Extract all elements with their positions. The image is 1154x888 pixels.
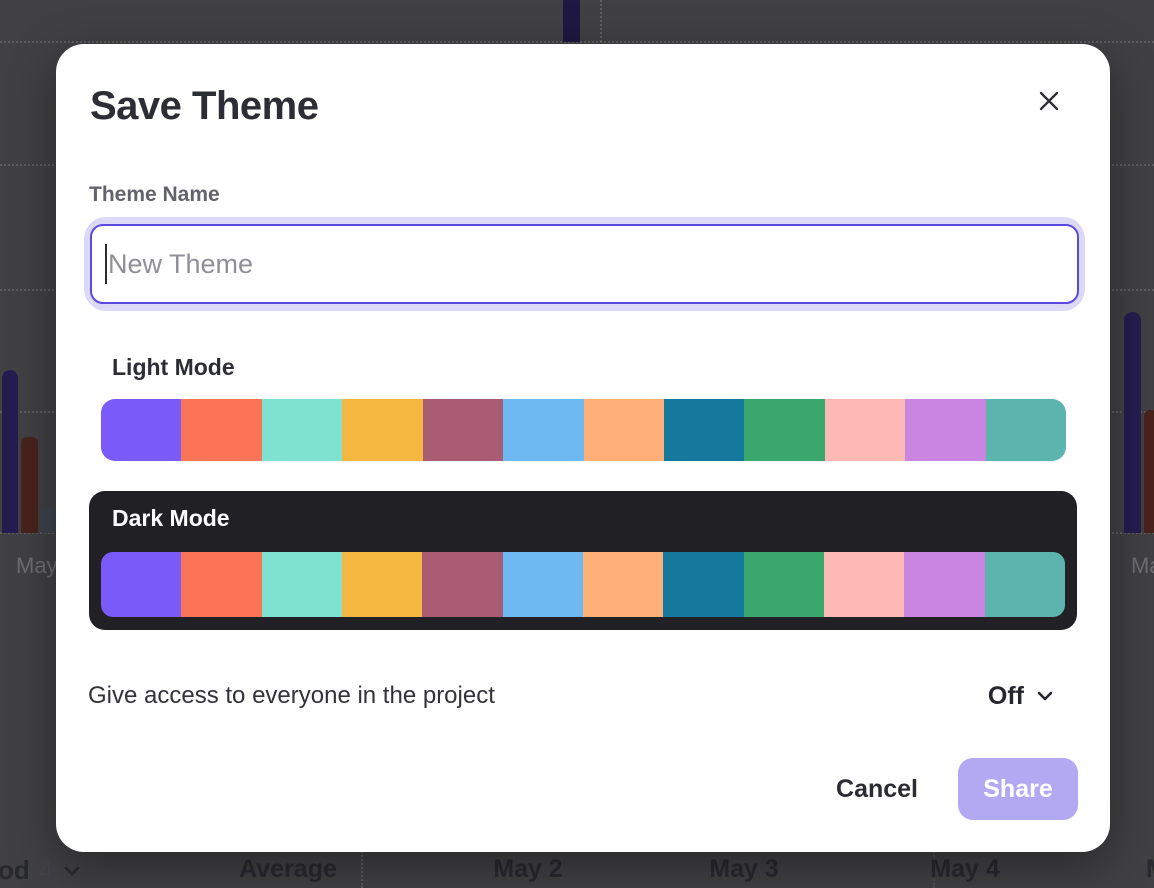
color-swatch — [342, 399, 422, 461]
color-swatch — [584, 399, 664, 461]
color-swatch — [583, 552, 663, 617]
access-row: Give access to everyone in the project O… — [88, 674, 1056, 718]
chart-bar — [1124, 312, 1141, 533]
chart-bar — [563, 0, 580, 42]
chart-gridline-vertical — [361, 848, 363, 888]
color-swatch — [262, 399, 342, 461]
theme-name-label: Theme Name — [89, 183, 220, 207]
color-swatch — [342, 552, 422, 617]
color-swatch — [824, 552, 904, 617]
color-swatch — [905, 399, 985, 461]
color-swatch — [986, 399, 1066, 461]
theme-name-input[interactable] — [90, 224, 1079, 304]
chart-bar — [21, 437, 38, 533]
color-swatch — [181, 399, 261, 461]
dark-mode-palette — [101, 552, 1065, 617]
chart-gridline-vertical — [600, 0, 602, 42]
color-swatch — [744, 399, 824, 461]
chart-bar — [1144, 410, 1154, 533]
light-mode-label: Light Mode — [112, 354, 235, 381]
dialog-actions: Cancel Share — [836, 758, 1078, 820]
color-swatch — [904, 552, 984, 617]
access-dropdown[interactable]: Off — [988, 682, 1056, 711]
axis-label: May 2 — [473, 855, 583, 884]
dark-mode-label: Dark Mode — [112, 505, 230, 532]
period-selector: od 4 — [0, 855, 82, 886]
period-selector-label: od — [0, 855, 30, 886]
dialog-title: Save Theme — [90, 84, 318, 129]
text-caret — [105, 244, 107, 284]
period-selector-number: 4 — [39, 855, 53, 886]
close-button[interactable] — [1029, 81, 1069, 121]
color-swatch — [503, 552, 583, 617]
theme-name-focus-ring — [84, 217, 1085, 311]
color-swatch — [985, 552, 1065, 617]
axis-label: May 3 — [689, 855, 799, 884]
access-label: Give access to everyone in the project — [88, 682, 495, 710]
light-mode-palette — [101, 399, 1066, 461]
chart-bar — [2, 370, 18, 533]
dark-mode-card: Dark Mode — [89, 491, 1077, 630]
axis-label: Average — [233, 855, 343, 884]
chevron-down-icon — [62, 861, 82, 881]
save-theme-dialog: Save Theme Theme Name Light Mode Dark Mo… — [56, 44, 1110, 852]
color-swatch — [101, 552, 181, 617]
axis-label-partial: M — [1146, 855, 1154, 884]
color-swatch — [663, 552, 743, 617]
chevron-down-icon — [1034, 685, 1056, 707]
chart-bar — [41, 507, 54, 533]
access-dropdown-value: Off — [988, 682, 1024, 711]
share-button[interactable]: Share — [958, 758, 1078, 820]
color-swatch — [101, 399, 181, 461]
color-swatch — [181, 552, 261, 617]
axis-label-right: Ma — [1131, 553, 1154, 579]
color-swatch — [503, 399, 583, 461]
cancel-button[interactable]: Cancel — [836, 775, 918, 804]
close-icon — [1037, 89, 1061, 113]
color-swatch — [664, 399, 744, 461]
axis-label-left: May — [16, 553, 58, 579]
color-swatch — [744, 552, 824, 617]
color-swatch — [423, 399, 503, 461]
color-swatch — [825, 399, 905, 461]
color-swatch — [262, 552, 342, 617]
color-swatch — [422, 552, 502, 617]
axis-label: May 4 — [910, 855, 1020, 884]
